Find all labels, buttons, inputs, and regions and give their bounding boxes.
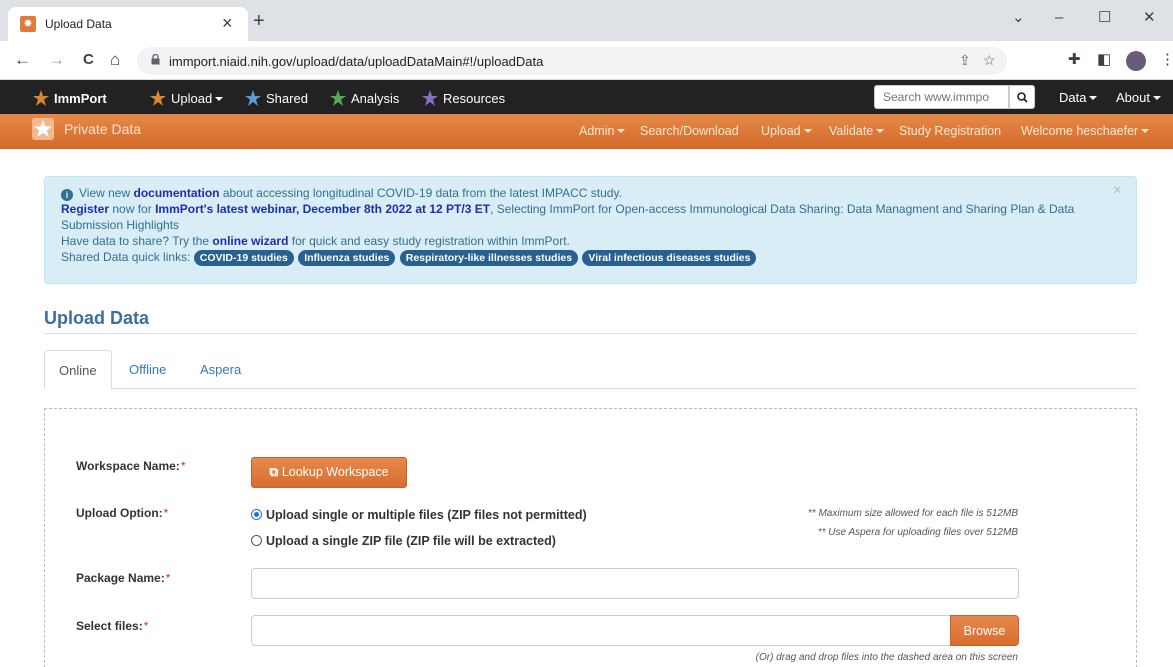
max-size-note: ** Maximum size allowed for each file is… <box>807 508 1018 519</box>
back-icon[interactable]: ← <box>14 49 31 71</box>
resources-menu[interactable]: Resources <box>422 90 505 106</box>
private-data-title[interactable]: Private Data <box>64 121 141 137</box>
shared-star-icon <box>245 90 261 106</box>
lock-icon <box>151 54 160 65</box>
browser-tab[interactable]: ✸ Upload Data × <box>8 7 248 41</box>
data-menu[interactable]: Data <box>1059 90 1098 105</box>
site-search-input[interactable] <box>875 86 1008 108</box>
workspace-label: Workspace Name:* <box>76 459 186 473</box>
tab-aspera[interactable]: Aspera <box>186 350 255 389</box>
browse-button[interactable]: Browse <box>950 615 1019 646</box>
page-title: Upload Data <box>44 308 150 328</box>
about-menu[interactable]: About <box>1116 90 1161 105</box>
alert-line-1: i View new documentation about accessing … <box>61 185 1120 201</box>
bookmark-star-icon[interactable]: ☆ <box>983 52 996 69</box>
info-icon: i <box>61 189 73 201</box>
title-divider <box>44 333 1137 334</box>
info-alert: × i View new documentation about accessin… <box>44 176 1137 284</box>
url-text: immport.niaid.nih.gov/upload/data/upload… <box>169 54 544 69</box>
external-link-icon: ⧉ <box>269 465 279 479</box>
influenza-studies-link[interactable]: Influenza studies <box>298 250 396 266</box>
analysis-star-icon <box>330 90 346 106</box>
address-bar[interactable]: immport.niaid.nih.gov/upload/data/upload… <box>137 47 1007 75</box>
option-single-zip[interactable]: Upload a single ZIP file (ZIP file will … <box>251 534 556 548</box>
option-multiple-files[interactable]: Upload single or multiple files (ZIP fil… <box>251 508 587 522</box>
admin-menu[interactable]: Admin <box>579 124 626 138</box>
package-name-label: Package Name:* <box>76 571 171 585</box>
menu-icon[interactable]: ⋮ <box>1160 51 1173 69</box>
browser-toolbar: ← → C ⌂ immport.niaid.nih.gov/upload/dat… <box>0 41 1173 80</box>
home-icon[interactable]: ⌂ <box>110 49 120 71</box>
browser-tabstrip: ✸ Upload Data × + ⌄ – ☐ ✕ <box>0 0 1173 41</box>
respiratory-studies-link[interactable]: Respiratory-like illnesses studies <box>399 250 579 266</box>
search-icon <box>1017 92 1028 103</box>
covid-studies-link[interactable]: COVID-19 studies <box>193 250 294 266</box>
analysis-menu[interactable]: Analysis <box>330 90 399 106</box>
minimize-icon[interactable]: – <box>1055 8 1063 28</box>
documentation-link[interactable]: documentation <box>133 186 219 200</box>
site-search-button[interactable] <box>1009 85 1035 109</box>
alert-line-2: Register now for ImmPort's latest webina… <box>61 202 1075 232</box>
site-search-field[interactable] <box>874 85 1009 109</box>
tab-offline[interactable]: Offline <box>115 350 180 389</box>
share-icon[interactable]: ⇪ <box>959 52 971 69</box>
alert-line-3: Have data to share? Try the online wizar… <box>61 234 570 248</box>
maximize-icon[interactable]: ☐ <box>1098 8 1111 28</box>
site-favicon-icon: ✸ <box>20 16 36 32</box>
tab-close-icon[interactable]: × <box>222 13 233 33</box>
validate-menu[interactable]: Validate <box>829 124 885 138</box>
register-link[interactable]: Register <box>61 202 109 216</box>
private-data-logo-icon <box>32 118 54 140</box>
aspera-note: ** Use Aspera for uploading files over 5… <box>817 527 1018 538</box>
select-files-label: Select files:* <box>76 619 149 633</box>
lookup-workspace-button[interactable]: ⧉ Lookup Workspace <box>251 457 407 488</box>
alert-line-4: Shared Data quick links: COVID-19 studie… <box>61 249 1120 266</box>
tab-title: Upload Data <box>45 17 112 31</box>
extensions-icon[interactable]: ✚ <box>1068 51 1081 69</box>
upload-star-icon <box>150 90 166 106</box>
study-registration-link[interactable]: Study Registration <box>899 124 1001 138</box>
upload-submenu[interactable]: Upload <box>761 124 812 138</box>
new-tab-icon[interactable]: + <box>253 11 265 31</box>
immport-logo-icon <box>33 90 49 106</box>
select-files-input[interactable] <box>251 615 951 646</box>
package-name-input[interactable] <box>251 568 1019 599</box>
reload-icon[interactable]: C <box>83 49 94 71</box>
page-content: × i View new documentation about accessin… <box>0 149 1173 667</box>
side-panel-icon[interactable]: ◧ <box>1097 51 1111 69</box>
close-window-icon[interactable]: ✕ <box>1143 8 1156 28</box>
tab-search-icon[interactable]: ⌄ <box>1012 8 1025 28</box>
online-wizard-link[interactable]: online wizard <box>212 234 288 248</box>
upload-tabs: Online Offline Aspera <box>44 350 1137 390</box>
tab-online[interactable]: Online <box>44 350 112 390</box>
welcome-user-menu[interactable]: Welcome heschaefer <box>1021 124 1150 138</box>
upload-dropzone[interactable]: Workspace Name:* ⧉ Lookup Workspace Uplo… <box>44 408 1137 667</box>
site-top-navbar: ImmPort Upload Shared Analysis Resources… <box>0 80 1173 114</box>
resources-star-icon <box>422 90 438 106</box>
radio-selected-icon[interactable] <box>251 509 262 520</box>
private-data-navbar: Private Data Admin Search/Download Uploa… <box>0 114 1173 149</box>
search-download-link[interactable]: Search/Download <box>640 124 739 138</box>
upload-option-label: Upload Option:* <box>76 506 169 520</box>
drag-drop-hint: (Or) drag and drop files into the dashed… <box>755 652 1018 663</box>
alert-close-icon[interactable]: × <box>1113 183 1122 199</box>
profile-avatar[interactable] <box>1126 51 1146 71</box>
viral-studies-link[interactable]: Viral infectious diseases studies <box>582 250 757 266</box>
upload-menu[interactable]: Upload <box>150 90 224 106</box>
immport-home-link[interactable]: ImmPort <box>33 90 107 106</box>
shared-menu[interactable]: Shared <box>245 90 308 106</box>
forward-icon[interactable]: → <box>48 49 65 71</box>
radio-unselected-icon[interactable] <box>251 535 262 546</box>
